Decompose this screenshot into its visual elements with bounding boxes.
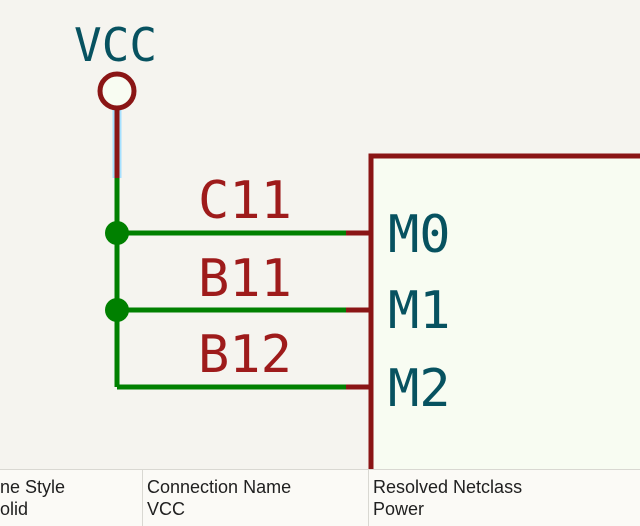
status-header-line-style: ne Style [0, 476, 142, 499]
status-value-connection-name: VCC [147, 498, 368, 521]
status-header-netclass: Resolved Netclass [373, 476, 640, 499]
power-port-label: VCC [74, 18, 157, 72]
pin-number-b11: B11 [198, 249, 292, 309]
pin-name-m1: M1 [388, 281, 451, 341]
status-col-line-style: ne Style olid [0, 470, 142, 526]
junction-1[interactable] [105, 221, 129, 245]
status-bar: ne Style olid Connection Name VCC Resolv… [0, 469, 640, 526]
pin-name-m2: M2 [388, 359, 451, 419]
schematic-canvas[interactable]: C11 B11 B12 M0 M1 M2 VCC [0, 0, 640, 526]
status-value-netclass: Power [373, 498, 640, 521]
pin-number-b12: B12 [198, 325, 292, 385]
status-value-line-style: olid [0, 498, 142, 521]
junction-2[interactable] [105, 298, 129, 322]
status-header-connection-name: Connection Name [147, 476, 368, 499]
power-port-circle[interactable] [100, 74, 134, 108]
pin-name-m0: M0 [388, 205, 451, 265]
status-col-connection-name: Connection Name VCC [142, 470, 368, 526]
status-col-netclass: Resolved Netclass Power [368, 470, 640, 526]
pin-number-c11: C11 [198, 171, 292, 231]
